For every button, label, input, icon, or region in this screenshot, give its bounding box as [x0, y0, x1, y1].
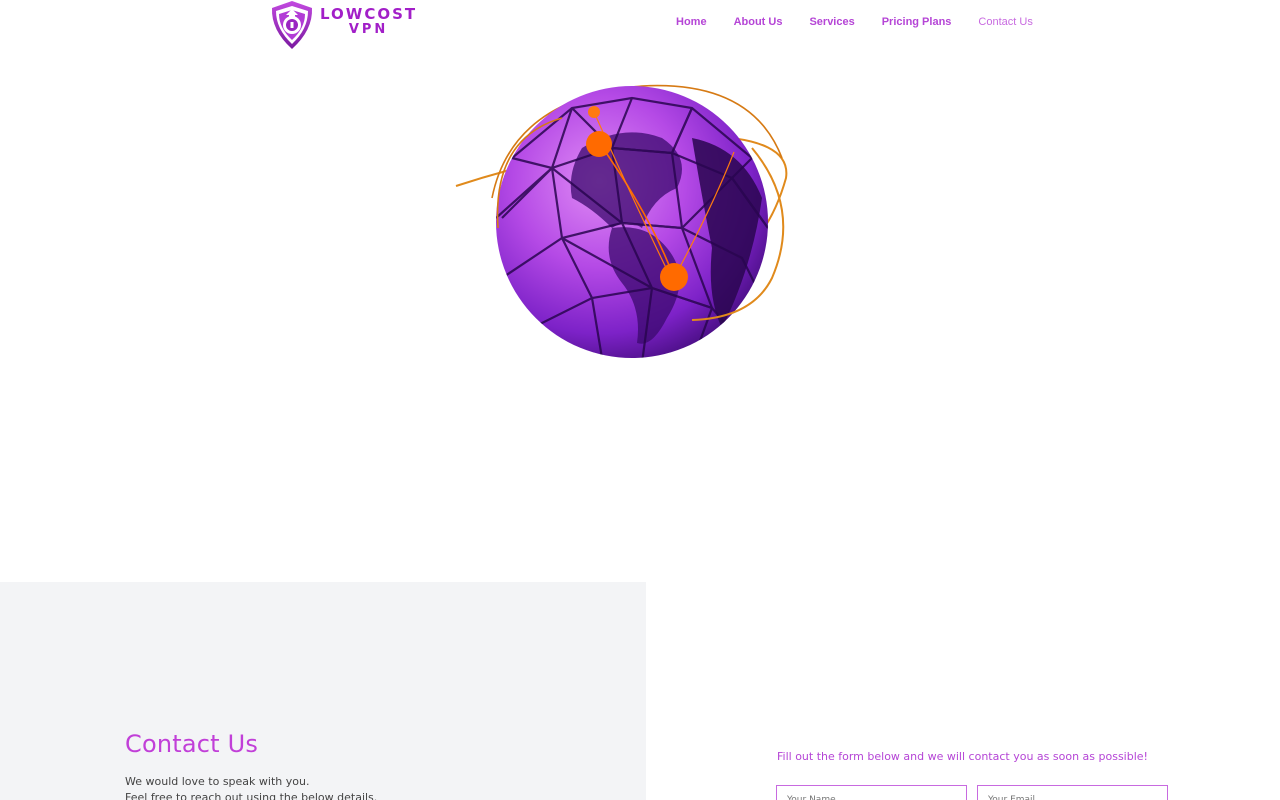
contact-info-panel: Contact Us We would love to speak with y…: [0, 582, 646, 800]
hero-globe-image: [452, 78, 804, 368]
contact-form-panel: Fill out the form below and we will cont…: [646, 582, 1280, 800]
site-logo[interactable]: LOWCOST VPN: [266, 0, 416, 50]
contact-title: Contact Us: [125, 730, 259, 758]
logo-text-line1: LOWCOST: [320, 5, 418, 23]
site-header: LOWCOST VPN Home About Us Services Prici…: [0, 0, 1280, 52]
nav-home[interactable]: Home: [676, 15, 707, 29]
logo-text-line2: VPN: [348, 22, 389, 37]
contact-line-2: Feel free to reach out using the below d…: [125, 791, 378, 800]
nav-services[interactable]: Services: [809, 15, 854, 29]
nav-contact-us[interactable]: Contact Us: [978, 15, 1032, 29]
nav-about-us[interactable]: About Us: [734, 15, 783, 29]
nav-pricing-plans[interactable]: Pricing Plans: [882, 15, 952, 29]
email-input[interactable]: [977, 785, 1168, 800]
name-input[interactable]: [776, 785, 967, 800]
shield-vpn-icon: [266, 0, 318, 50]
form-intro-text: Fill out the form below and we will cont…: [777, 750, 1148, 763]
logo-wordmark: LOWCOST VPN: [320, 5, 418, 37]
main-nav: Home About Us Services Pricing Plans Con…: [676, 15, 1060, 29]
contact-line-1: We would love to speak with you.: [125, 775, 310, 788]
